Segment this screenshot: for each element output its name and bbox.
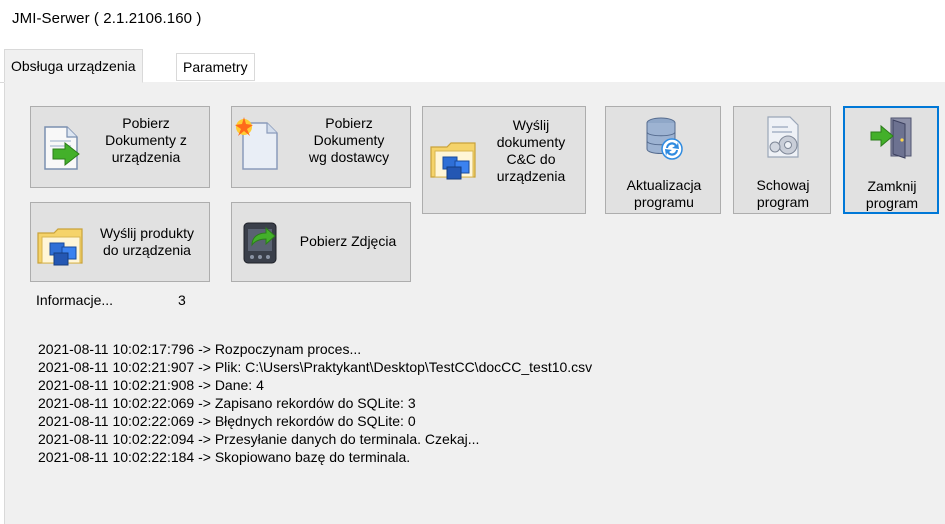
zamknij-label: Zamknij program: [865, 178, 919, 211]
info-label: Informacje...: [36, 292, 114, 308]
tab-panel-obsluga: Pobierz Dokumenty z urządzenia Pobierz D…: [4, 82, 945, 524]
pobierz-dostawcy-label: Pobierz Dokumenty wg dostawcy: [308, 115, 390, 165]
pobierz-zdjecia-label: Pobierz Zdjęcia: [299, 233, 397, 249]
wyslij-cc-button[interactable]: Wyślij dokumenty C&C do urządzenia: [422, 106, 586, 214]
info-count: 3: [178, 292, 186, 308]
log-output: 2021-08-11 10:02:17:796 -> Rozpoczynam p…: [38, 340, 592, 466]
zamknij-button[interactable]: Zamknij program: [843, 106, 939, 214]
wyslij-produkty-button[interactable]: Wyślij produkty do urządzenia: [30, 202, 210, 282]
window-title: JMI-Serwer ( 2.1.2106.160 ): [12, 10, 202, 27]
log-line: 2021-08-11 10:02:22:184 -> Skopiowano ba…: [38, 449, 411, 465]
log-line: 2021-08-11 10:02:22:069 -> Błędnych reko…: [38, 413, 416, 429]
document-arrow-icon: [41, 125, 81, 175]
pobierz-dokumenty-button[interactable]: Pobierz Dokumenty z urządzenia: [30, 106, 210, 188]
database-sync-icon: [644, 115, 684, 165]
aktualizacja-label: Aktualizacja programu: [626, 177, 702, 210]
log-line: 2021-08-11 10:02:22:094 -> Przesyłanie d…: [38, 431, 480, 447]
tab-parametry[interactable]: Parametry: [176, 53, 255, 81]
door-exit-icon: [869, 114, 917, 166]
folder-boxes-icon: [36, 223, 86, 273]
wyslij-produkty-label: Wyślij produkty do urządzenia: [99, 225, 194, 258]
log-line: 2021-08-11 10:02:17:796 -> Rozpoczynam p…: [38, 341, 362, 357]
schowaj-button[interactable]: Schowaj program: [733, 106, 831, 214]
document-gear-icon: [762, 113, 804, 165]
title-bar: JMI-Serwer ( 2.1.2106.160 ): [0, 0, 945, 44]
tab-strip: Obsługa urządzenia Parametry: [0, 44, 945, 83]
schowaj-label: Schowaj program: [756, 177, 810, 210]
device-upload-icon: [240, 217, 280, 269]
wyslij-cc-label: Wyślij dokumenty C&C do urządzenia: [496, 117, 566, 184]
document-star-icon: [235, 117, 279, 175]
log-line: 2021-08-11 10:02:22:069 -> Zapisano reko…: [38, 395, 416, 411]
log-line: 2021-08-11 10:02:21:908 -> Dane: 4: [38, 377, 264, 393]
pobierz-zdjecia-button[interactable]: Pobierz Zdjęcia: [231, 202, 411, 282]
aktualizacja-button[interactable]: Aktualizacja programu: [605, 106, 721, 214]
pobierz-dokumenty-label: Pobierz Dokumenty z urządzenia: [105, 115, 187, 165]
log-line: 2021-08-11 10:02:21:907 -> Plik: C:\User…: [38, 359, 593, 375]
folder-boxes-icon: [429, 137, 479, 187]
tab-obsluga-urzadzenia[interactable]: Obsługa urządzenia: [4, 49, 143, 83]
pobierz-dostawcy-button[interactable]: Pobierz Dokumenty wg dostawcy: [231, 106, 411, 188]
